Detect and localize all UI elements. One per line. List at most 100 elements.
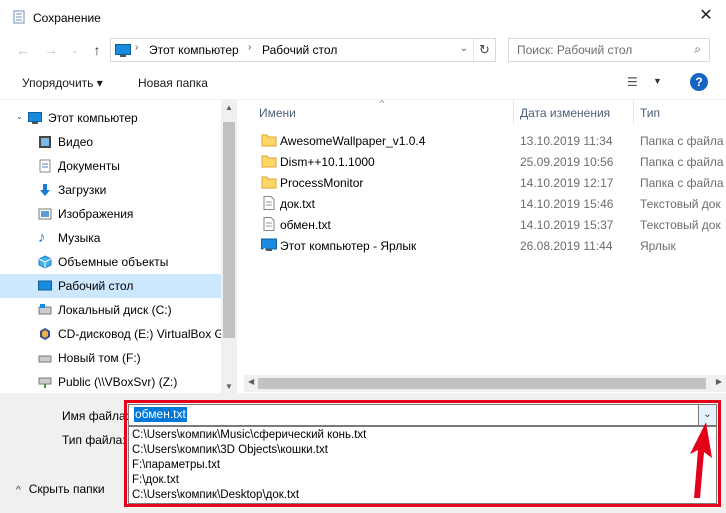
breadcrumb-this-pc[interactable]: Этот компьютер	[149, 43, 239, 57]
window-title: Сохранение	[33, 11, 101, 25]
sidebar-item-desktop[interactable]: Рабочий стол	[0, 274, 221, 298]
horizontal-scrollbar[interactable]: ◀ ▶	[244, 375, 726, 392]
file-name: Dism++10.1.1000	[280, 155, 375, 169]
up-arrow-icon[interactable]: ↑	[86, 39, 108, 61]
pictures-icon	[38, 208, 52, 220]
title-bar: Сохранение ✕	[0, 0, 726, 34]
table-row[interactable]: ProcessMonitor 14.10.2019 12:17 Папка с …	[244, 172, 726, 193]
computer-icon	[28, 112, 42, 124]
column-header-name[interactable]: Имени	[259, 100, 296, 124]
filename-input[interactable]: обмен.txt	[134, 407, 187, 422]
document-app-icon	[13, 10, 25, 24]
table-row[interactable]: AwesomeWallpaper_v1.0.4 13.10.2019 11:34…	[244, 130, 726, 151]
search-input[interactable]: Поиск: Рабочий стол	[517, 43, 632, 57]
sidebar-item-label: Документы	[58, 159, 120, 173]
sidebar-item-downloads[interactable]: Загрузки	[0, 178, 221, 202]
file-date: 13.10.2019 11:34	[520, 134, 613, 148]
forward-arrow-icon[interactable]: →	[40, 39, 62, 61]
list-item[interactable]: C:\Users\компик\Desktop\док.txt	[132, 489, 299, 504]
table-row[interactable]: док.txt 14.10.2019 15:46 Текстовый док	[244, 193, 726, 214]
sidebar-item-label: Этот компьютер	[48, 111, 138, 125]
file-list: ^ Имени Дата изменения Тип AwesomeWallpa…	[244, 100, 726, 374]
hide-folders-button[interactable]: ^ Скрыть папки	[16, 482, 105, 496]
file-name: ProcessMonitor	[280, 176, 364, 190]
file-type: Папка с файла	[640, 176, 724, 190]
column-divider[interactable]	[513, 100, 514, 124]
sidebar-item-pictures[interactable]: Изображения	[0, 202, 221, 226]
sort-ascending-icon: ^	[380, 100, 385, 108]
tree-collapse-chevron-icon[interactable]: ⌄	[16, 112, 23, 121]
table-row[interactable]: обмен.txt 14.10.2019 15:37 Текстовый док	[244, 214, 726, 235]
sidebar-item-label: Музыка	[58, 231, 101, 245]
scroll-down-arrow-icon[interactable]: ▼	[221, 382, 237, 391]
sidebar-item-documents[interactable]: Документы	[0, 154, 221, 178]
sidebar-item-new-volume-f[interactable]: Новый том (F:)	[0, 346, 221, 370]
cd-drive-icon	[40, 328, 50, 340]
scroll-left-arrow-icon[interactable]: ◀	[248, 377, 254, 386]
sidebar-item-music[interactable]: ♪ Музыка	[0, 226, 221, 250]
sidebar-item-label: Локальный диск (C:)	[58, 303, 172, 317]
new-folder-button[interactable]: Новая папка	[138, 76, 208, 90]
drive-icon	[38, 355, 52, 363]
close-icon[interactable]: ✕	[696, 6, 716, 26]
sidebar-item-public-z[interactable]: Public (\\VBoxSvr) (Z:)	[0, 370, 221, 394]
downloads-icon	[40, 184, 50, 196]
sidebar-item-label: Рабочий стол	[58, 279, 134, 293]
column-header-type[interactable]: Тип	[640, 100, 660, 124]
file-type: Папка с файла	[640, 134, 724, 148]
column-header-date[interactable]: Дата изменения	[520, 100, 610, 124]
filename-combobox[interactable]: обмен.txt ⌄	[128, 404, 717, 426]
desktop-icon	[38, 280, 52, 291]
search-icon: ⌕	[694, 42, 701, 56]
hide-folders-label: Скрыть папки	[28, 482, 105, 496]
sidebar-scroll-thumb[interactable]	[223, 122, 235, 338]
sidebar-scrollbar[interactable]: ▲ ▼	[221, 100, 237, 394]
list-item[interactable]: F:\параметры.txt	[132, 459, 220, 474]
list-item[interactable]: F:\док.txt	[132, 474, 179, 489]
view-dropdown-icon[interactable]: ▼	[653, 76, 662, 86]
list-item[interactable]: C:\Users\компик\3D Objects\кошки.txt	[132, 444, 328, 459]
local-disk-icon	[38, 304, 52, 315]
file-date: 14.10.2019 15:37	[520, 218, 614, 232]
address-bar[interactable]: › Этот компьютер › Рабочий стол ⌄ ↻	[110, 38, 496, 62]
refresh-icon[interactable]: ↻	[473, 39, 495, 61]
recent-locations-chevron-icon[interactable]: ⌄	[64, 39, 86, 61]
folder-icon	[261, 155, 277, 168]
filename-history-dropdown: C:\Users\компик\Music\сферический конь.t…	[128, 426, 717, 504]
red-pointer-arrow-icon	[690, 422, 712, 498]
sidebar-item-cd-drive-e[interactable]: CD-дисковод (E:) VirtualBox Gu	[0, 322, 231, 346]
table-row[interactable]: Dism++10.1.1000 25.09.2019 10:56 Папка с…	[244, 151, 726, 172]
text-file-icon	[263, 196, 275, 210]
address-dropdown-icon[interactable]: ⌄	[460, 43, 468, 54]
sidebar-item-local-disk-c[interactable]: Локальный диск (C:)	[0, 298, 221, 322]
music-icon: ♪	[38, 229, 46, 246]
view-options-icon[interactable]: ☰	[627, 75, 638, 89]
sidebar-item-this-pc[interactable]: ⌄ Этот компьютер	[0, 106, 221, 130]
organize-button[interactable]: Упорядочить ▾	[22, 76, 103, 90]
file-date: 25.09.2019 10:56	[520, 155, 614, 169]
list-item[interactable]: C:\Users\компик\Music\сферический конь.t…	[132, 429, 366, 444]
search-box[interactable]: Поиск: Рабочий стол ⌕	[508, 38, 710, 62]
scroll-right-arrow-icon[interactable]: ▶	[716, 377, 722, 386]
video-icon	[39, 136, 51, 148]
breadcrumb-separator-icon: ›	[135, 42, 139, 53]
shortcut-icon	[261, 238, 277, 252]
column-divider[interactable]	[633, 100, 634, 124]
file-date: 14.10.2019 12:17	[520, 176, 614, 190]
horizontal-scroll-thumb[interactable]	[258, 378, 706, 389]
sidebar-item-3d-objects[interactable]: Объемные объекты	[0, 250, 221, 274]
command-bar: Упорядочить ▾ Новая папка ☰ ▼ ?	[0, 66, 726, 100]
table-row[interactable]: Этот компьютер - Ярлык 26.08.2019 11:44 …	[244, 235, 726, 256]
text-file-icon	[263, 217, 275, 231]
back-arrow-icon[interactable]: ←	[12, 39, 34, 61]
3d-objects-icon	[38, 255, 52, 269]
computer-icon	[115, 44, 131, 57]
help-icon[interactable]: ?	[690, 73, 708, 91]
sidebar-item-label: Объемные объекты	[58, 255, 169, 269]
file-name: обмен.txt	[280, 218, 331, 232]
sidebar-item-video[interactable]: Видео	[0, 130, 221, 154]
file-name: док.txt	[280, 197, 315, 211]
scroll-up-arrow-icon[interactable]: ▲	[221, 103, 237, 112]
breadcrumb-desktop[interactable]: Рабочий стол	[262, 43, 337, 57]
file-type: Ярлык	[640, 239, 676, 253]
